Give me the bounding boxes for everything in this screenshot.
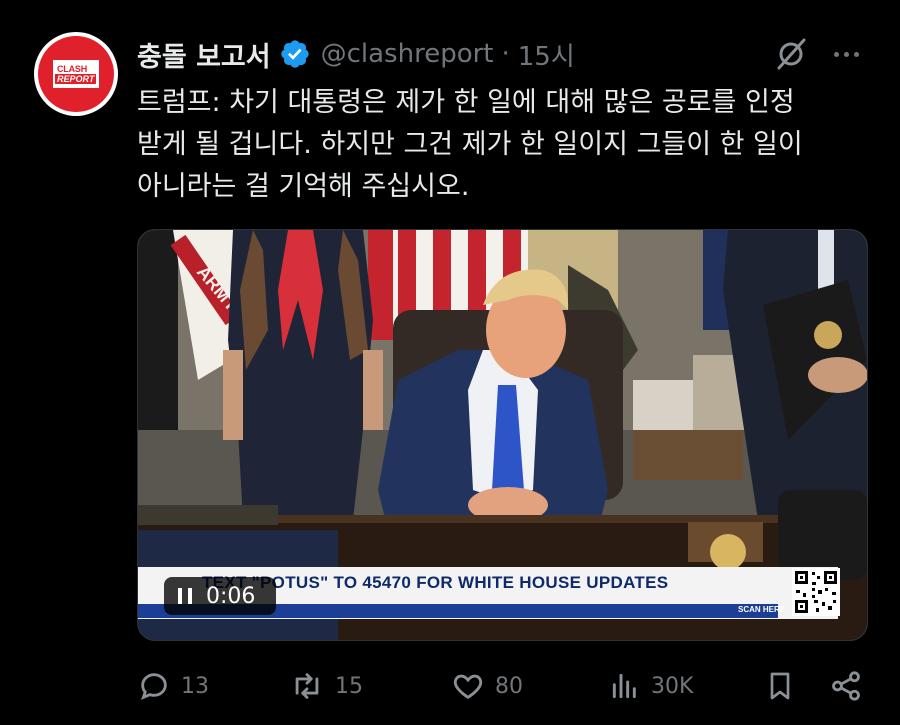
views-count: 30K <box>651 673 694 699</box>
user-handle[interactable]: @clashreport <box>321 39 494 69</box>
timestamp[interactable]: 15시 <box>518 36 575 73</box>
video-time-badge[interactable]: 0:06 <box>164 577 276 615</box>
more-dot <box>853 51 859 57</box>
separator-dot: · <box>501 39 510 69</box>
pause-bar <box>178 588 182 604</box>
action-bar: 13 15 80 30K <box>137 662 872 710</box>
reply-count: 13 <box>181 673 209 699</box>
clash-report-logo: CLASH REPORT <box>53 60 99 88</box>
more-icon[interactable] <box>828 36 864 72</box>
verified-badge-icon[interactable] <box>279 38 311 70</box>
like-button[interactable]: 80 <box>451 662 523 710</box>
logo-line-1: CLASH <box>57 64 87 74</box>
repost-button[interactable]: 15 <box>289 662 363 710</box>
heart-icon <box>451 669 485 703</box>
tweet-text: 트럼프: 차기 대통령은 제가 한 일에 대해 많은 공로를 인정 받게 될 겁… <box>137 87 803 202</box>
avatar-logo-background: CLASH REPORT <box>38 36 114 112</box>
repost-icon <box>289 669 325 703</box>
display-name[interactable]: 충돌 보고서 <box>137 35 271 74</box>
logo-line-2: REPORT <box>55 74 97 84</box>
views-button[interactable]: 30K <box>609 662 693 710</box>
video-time: 0:06 <box>206 583 256 609</box>
qr-code-icon <box>792 568 840 616</box>
avatar[interactable]: CLASH REPORT <box>34 32 118 116</box>
reply-icon <box>137 669 171 703</box>
share-icon <box>829 669 863 703</box>
pause-icon[interactable] <box>178 588 192 604</box>
like-count: 80 <box>495 673 523 699</box>
more-dot <box>833 51 839 57</box>
bookmark-icon <box>764 669 796 703</box>
views-icon <box>609 669 641 703</box>
more-dot <box>843 51 849 57</box>
bookmark-button[interactable] <box>764 662 796 710</box>
share-button[interactable] <box>829 662 863 710</box>
banner-scan-label: SCAN HERE <box>738 605 786 614</box>
repost-count: 15 <box>335 673 363 699</box>
reply-button[interactable]: 13 <box>137 662 209 710</box>
grok-icon[interactable] <box>773 36 809 72</box>
tweet-header: 충돌 보고서 @clashreport · 15시 <box>137 32 575 76</box>
video-player[interactable]: ARMY TEXT "POTUS" TO 45470 FOR WHITE HOU… <box>137 229 868 641</box>
pause-bar <box>188 588 192 604</box>
